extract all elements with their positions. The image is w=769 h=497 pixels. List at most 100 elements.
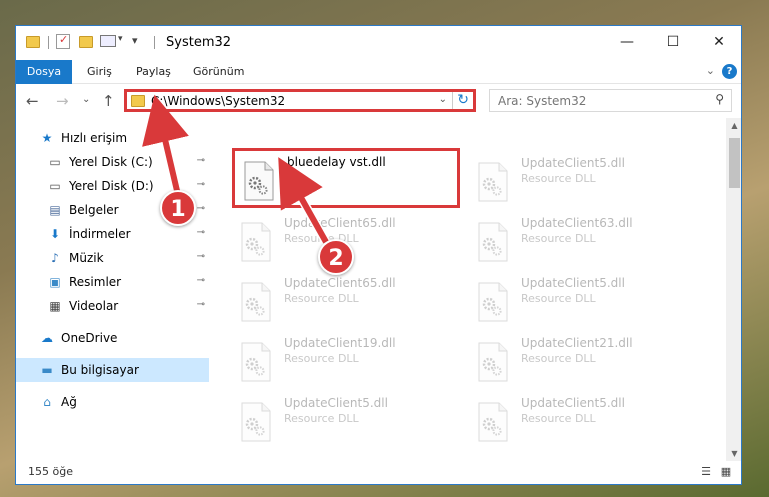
pictures-icon: ▣ <box>49 275 61 289</box>
documents-icon: ▤ <box>49 203 61 217</box>
file-item[interactable]: UpdateClient5.dll Resource DLL <box>232 392 462 452</box>
file-name: bluedelay vst.dll <box>287 155 386 169</box>
expand-ribbon-icon[interactable]: ⌄ <box>706 64 715 77</box>
file-type: Resource DLL <box>521 172 596 185</box>
forward-button[interactable]: → <box>56 92 69 110</box>
status-bar: 155 öğe ☰ ▦ <box>16 461 741 484</box>
dll-file-icon <box>478 342 508 382</box>
large-icons-view-icon[interactable]: ▦ <box>718 465 734 479</box>
file-item[interactable]: UpdateClient5.dll Resource DLL <box>469 152 699 212</box>
star-icon: ★ <box>41 131 53 145</box>
recent-locations-button[interactable]: ⌄ <box>82 94 90 105</box>
sidebar-item-label: Resimler <box>69 275 122 289</box>
sidebar-item-label: Ağ <box>61 395 77 409</box>
back-button[interactable]: ← <box>26 92 39 110</box>
sidebar-item-videos[interactable]: ▦ Videolar ⊸ <box>16 294 209 318</box>
sidebar-item-this-pc[interactable]: ▬ Bu bilgisayar <box>16 358 209 382</box>
sidebar-item-label: Videolar <box>69 299 119 313</box>
file-item[interactable]: UpdateClient5.dll Resource DLL <box>469 272 699 332</box>
pin-icon[interactable]: ⊸ <box>197 179 205 190</box>
file-type: Resource DLL <box>284 352 359 365</box>
file-type: Resource DLL <box>284 412 359 425</box>
file-type: Resource DLL <box>284 292 359 305</box>
cloud-icon: ☁ <box>41 331 53 345</box>
navigation-bar: ← → ⌄ ↑ C:\Windows\System32 ⌄ ↻ ⚲ <box>16 84 741 118</box>
separator <box>48 36 49 49</box>
file-name: UpdateClient21.dll <box>521 336 633 350</box>
search-icon[interactable]: ⚲ <box>715 92 724 106</box>
computer-icon: ▬ <box>41 363 53 377</box>
pin-icon[interactable]: ⊸ <box>197 275 205 286</box>
file-name: UpdateClient65.dll <box>284 216 396 230</box>
file-item[interactable]: bluedelay vst.dll <box>232 148 460 208</box>
download-icon: ⬇ <box>49 227 61 241</box>
sidebar-item-network[interactable]: ⌂ Ağ <box>16 390 209 414</box>
file-name: UpdateClient63.dll <box>521 216 633 230</box>
sidebar-item-local-disk-c[interactable]: ▭ Yerel Disk (C:) ⊸ <box>16 150 209 174</box>
sidebar-item-pictures[interactable]: ▣ Resimler ⊸ <box>16 270 209 294</box>
search-box[interactable]: ⚲ <box>489 89 732 112</box>
explorer-window: ✓ ▾ ▾ System32 — ☐ ✕ Dosya Giriş Paylaş … <box>15 25 742 485</box>
videos-icon: ▦ <box>49 299 61 313</box>
search-input[interactable] <box>490 90 700 111</box>
sidebar-item-label: OneDrive <box>61 331 118 345</box>
navigation-pane: ★ Hızlı erişim ▭ Yerel Disk (C:) ⊸ ▭ Yer… <box>16 118 211 461</box>
divider <box>452 92 453 109</box>
file-name: UpdateClient19.dll <box>284 336 396 350</box>
file-type: Resource DLL <box>521 232 596 245</box>
pin-icon[interactable]: ⊸ <box>197 227 205 238</box>
window-title: System32 <box>166 35 232 50</box>
dll-file-icon <box>478 162 508 202</box>
tab-share[interactable]: Paylaş <box>136 60 171 84</box>
separator <box>154 36 155 49</box>
file-type: Resource DLL <box>521 292 596 305</box>
customize-toolbar-icon[interactable]: ▾ <box>132 34 138 47</box>
help-icon[interactable]: ? <box>722 64 737 79</box>
address-path[interactable]: C:\Windows\System32 <box>151 94 285 108</box>
file-item[interactable]: UpdateClient19.dll Resource DLL <box>232 332 462 392</box>
file-item[interactable]: UpdateClient65.dll Resource DLL <box>232 272 462 332</box>
drive-icon: ▭ <box>49 179 61 193</box>
address-dropdown-icon[interactable]: ⌄ <box>439 94 447 105</box>
scroll-up-icon[interactable]: ▲ <box>726 121 741 130</box>
maximize-button[interactable]: ☐ <box>650 26 696 58</box>
tab-home[interactable]: Giriş <box>87 60 112 84</box>
pin-icon[interactable]: ⊸ <box>197 203 205 214</box>
tab-file[interactable]: Dosya <box>16 60 72 84</box>
minimize-button[interactable]: — <box>604 26 650 58</box>
sidebar-item-quick-access[interactable]: ★ Hızlı erişim <box>16 126 209 150</box>
sidebar-item-onedrive[interactable]: ☁ OneDrive <box>16 326 209 350</box>
pin-icon[interactable]: ⊸ <box>197 251 205 262</box>
sidebar-item-label: Yerel Disk (C:) <box>69 155 153 169</box>
file-name: UpdateClient5.dll <box>284 396 388 410</box>
tab-view[interactable]: Görünüm <box>193 60 244 84</box>
file-item[interactable]: UpdateClient5.dll Resource DLL <box>469 392 699 452</box>
dll-file-icon <box>241 282 271 322</box>
sidebar-item-music[interactable]: ♪ Müzik ⊸ <box>16 246 209 270</box>
scrollbar-thumb[interactable] <box>729 138 740 188</box>
sidebar-item-label: Hızlı erişim <box>61 131 128 145</box>
pin-icon[interactable]: ⊸ <box>197 155 205 166</box>
dll-file-icon <box>478 402 508 442</box>
up-button[interactable]: ↑ <box>102 92 115 110</box>
file-item[interactable]: UpdateClient63.dll Resource DLL <box>469 212 699 272</box>
new-folder-icon[interactable] <box>79 36 93 48</box>
dll-file-icon <box>478 222 508 262</box>
qa-dropdown-icon[interactable]: ▾ <box>118 34 123 44</box>
properties-icon[interactable]: ✓ <box>56 33 70 49</box>
close-button[interactable]: ✕ <box>696 26 741 58</box>
scroll-down-icon[interactable]: ▼ <box>726 449 741 458</box>
file-item[interactable]: UpdateClient21.dll Resource DLL <box>469 332 699 392</box>
item-count: 155 öğe <box>28 465 73 478</box>
address-bar[interactable]: C:\Windows\System32 ⌄ ↻ <box>124 89 476 112</box>
file-name: UpdateClient5.dll <box>521 276 625 290</box>
vertical-scrollbar[interactable]: ▲ ▼ <box>726 118 741 461</box>
refresh-icon[interactable]: ↻ <box>457 92 469 108</box>
dll-file-icon <box>241 402 271 442</box>
pin-icon[interactable]: ⊸ <box>197 299 205 310</box>
ribbon: Dosya Giriş Paylaş Görünüm ⌄ ? <box>16 60 741 84</box>
rename-icon[interactable] <box>100 35 116 47</box>
file-type: Resource DLL <box>521 412 596 425</box>
details-view-icon[interactable]: ☰ <box>698 465 714 479</box>
file-type: Resource DLL <box>521 352 596 365</box>
